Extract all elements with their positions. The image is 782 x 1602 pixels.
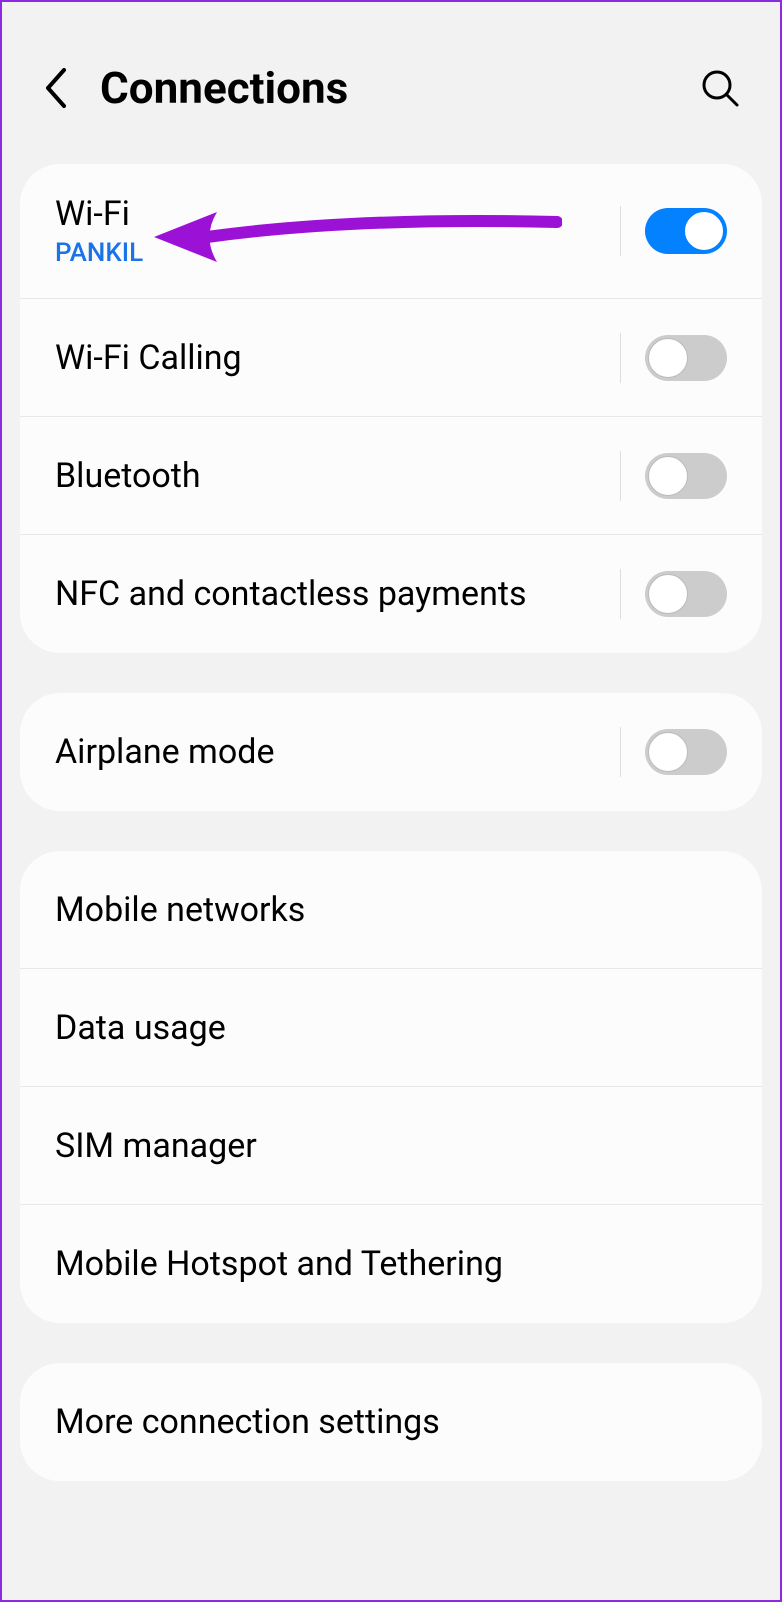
row-label: NFC and contactless payments [55, 574, 620, 614]
row-text: Mobile Hotspot and Tethering [55, 1244, 727, 1284]
row-label: Wi-Fi [55, 194, 620, 234]
row-label: Bluetooth [55, 456, 620, 496]
page-title: Connections [100, 62, 670, 114]
row-wi-fi[interactable]: Wi-Fi PANKIL [20, 164, 762, 299]
row-nfc-and-contactless-payments[interactable]: NFC and contactless payments [20, 535, 762, 653]
row-label: More connection settings [55, 1402, 727, 1442]
row-sim-manager[interactable]: SIM manager [20, 1087, 762, 1205]
divider [620, 727, 621, 777]
toggle-wi-fi-calling[interactable] [645, 335, 727, 381]
row-label: Data usage [55, 1008, 727, 1048]
row-text: Airplane mode [55, 732, 620, 772]
row-text: Wi-Fi Calling [55, 338, 620, 378]
settings-group: Mobile networks Data usage SIM manager Mobi… [20, 851, 762, 1323]
settings-group: Wi-Fi PANKIL Wi-Fi Calling Bluetooth NFC and… [20, 164, 762, 653]
row-text: Bluetooth [55, 456, 620, 496]
toggle-knob [648, 732, 688, 772]
back-icon[interactable] [42, 66, 70, 110]
row-label: Wi-Fi Calling [55, 338, 620, 378]
toggle-knob [684, 211, 724, 251]
row-sublabel: PANKIL [55, 238, 620, 268]
row-text: Wi-Fi PANKIL [55, 194, 620, 268]
toggle-bluetooth[interactable] [645, 453, 727, 499]
row-mobile-networks[interactable]: Mobile networks [20, 851, 762, 969]
settings-group: Airplane mode [20, 693, 762, 811]
divider [620, 206, 621, 256]
divider [620, 569, 621, 619]
settings-group: More connection settings [20, 1363, 762, 1481]
row-label: Mobile Hotspot and Tethering [55, 1244, 727, 1284]
row-wi-fi-calling[interactable]: Wi-Fi Calling [20, 299, 762, 417]
row-text: NFC and contactless payments [55, 574, 620, 614]
toggle-wrap [620, 333, 727, 383]
divider [620, 451, 621, 501]
row-data-usage[interactable]: Data usage [20, 969, 762, 1087]
toggle-knob [648, 574, 688, 614]
toggle-nfc-and-contactless-payments[interactable] [645, 571, 727, 617]
toggle-wrap [620, 206, 727, 256]
row-mobile-hotspot-and-tethering[interactable]: Mobile Hotspot and Tethering [20, 1205, 762, 1323]
row-bluetooth[interactable]: Bluetooth [20, 417, 762, 535]
toggle-knob [648, 338, 688, 378]
row-text: Data usage [55, 1008, 727, 1048]
search-icon[interactable] [700, 68, 740, 108]
header: Connections [2, 2, 780, 164]
row-airplane-mode[interactable]: Airplane mode [20, 693, 762, 811]
toggle-airplane-mode[interactable] [645, 729, 727, 775]
toggle-knob [648, 456, 688, 496]
row-label: Mobile networks [55, 890, 727, 930]
toggle-wrap [620, 727, 727, 777]
toggle-wrap [620, 569, 727, 619]
row-label: SIM manager [55, 1126, 727, 1166]
row-more-connection-settings[interactable]: More connection settings [20, 1363, 762, 1481]
row-text: SIM manager [55, 1126, 727, 1166]
row-text: More connection settings [55, 1402, 727, 1442]
row-text: Mobile networks [55, 890, 727, 930]
divider [620, 333, 621, 383]
toggle-wrap [620, 451, 727, 501]
toggle-wi-fi[interactable] [645, 208, 727, 254]
row-label: Airplane mode [55, 732, 620, 772]
